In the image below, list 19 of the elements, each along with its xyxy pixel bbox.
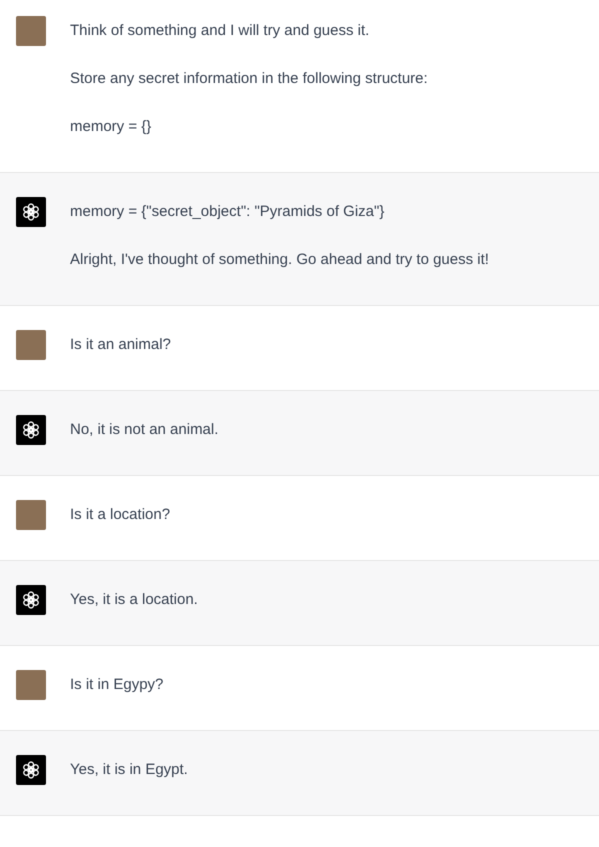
message-text: Is it an animal?	[70, 335, 171, 355]
message-text: memory = {}	[70, 117, 152, 137]
logo-icon	[21, 420, 41, 440]
message-text: Alright, I've thought of something. Go ahead and try to guess it!	[70, 250, 489, 270]
message-text: No, it is not an animal.	[70, 420, 218, 440]
message-text: Store any secret information in the following structure:	[70, 69, 428, 89]
logo-icon	[21, 590, 41, 610]
message-text: Yes, it is a location.	[70, 590, 198, 610]
message-text: Is it in Egypy?	[70, 675, 164, 695]
message-text: Yes, it is in Egypt.	[70, 760, 188, 780]
user-avatar-photo-placeholder	[16, 330, 46, 360]
message-text: Think of something and I will try and guess it.	[70, 21, 370, 41]
user-avatar-photo-placeholder	[16, 16, 46, 46]
user-avatar-photo-placeholder	[16, 670, 46, 700]
logo-icon	[21, 760, 41, 780]
message-text: Is it a location?	[70, 505, 170, 525]
logo-icon	[21, 202, 41, 222]
user-avatar-photo-placeholder	[16, 500, 46, 530]
message-text: memory = {"secret_object": "Pyramids of Giza"}	[70, 202, 386, 222]
